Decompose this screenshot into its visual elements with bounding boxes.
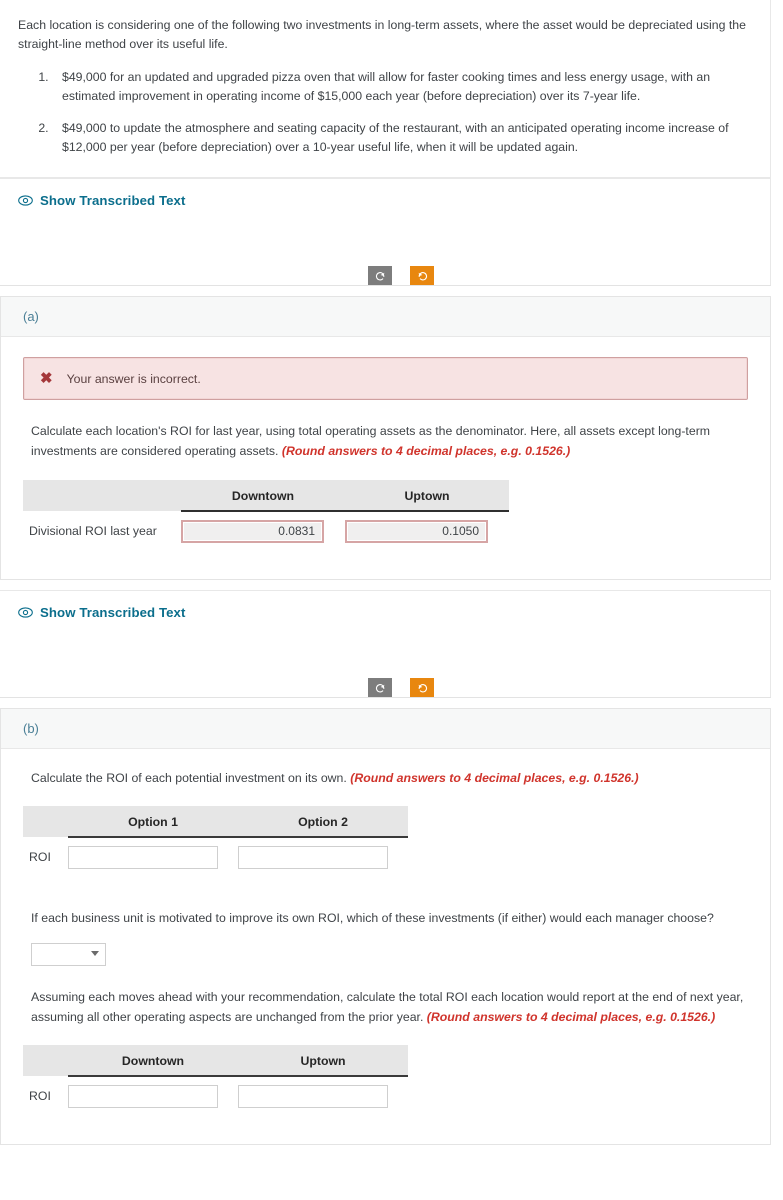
total-roi-downtown-input[interactable] (68, 1085, 218, 1109)
row-label-roi: ROI (29, 850, 51, 865)
table-corner-cell (23, 806, 68, 838)
option-2-roi-input[interactable] (238, 846, 388, 870)
question-section-a: (a) ✖ Your answer is incorrect. Calculat… (0, 296, 771, 580)
table-row: ROI (23, 837, 408, 877)
redo-button[interactable] (410, 266, 434, 286)
status-badge-incorrect: ✖ Your answer is incorrect. (23, 357, 748, 401)
alert-message: Your answer is incorrect. (66, 371, 201, 386)
show-transcribed-text-link-2[interactable]: Show Transcribed Text (18, 605, 186, 620)
intro-block: Each location is considering one of the … (0, 0, 771, 179)
section-b-prompt-1: Calculate the ROI of each potential inve… (31, 769, 748, 789)
eye-icon (18, 195, 33, 206)
table-row: ROI (23, 1076, 408, 1116)
divisional-roi-downtown-input[interactable] (181, 519, 324, 543)
question-section-b: (b) Calculate the ROI of each potential … (0, 707, 771, 1146)
cell-option-1-roi (68, 837, 238, 877)
section-b-prompt-3: Assuming each moves ahead with your reco… (31, 988, 748, 1027)
row-label-roi: ROI (29, 1089, 51, 1104)
section-b-prompt-2: If each business unit is motivated to im… (31, 911, 714, 926)
section-divider (0, 285, 771, 287)
list-item: $49,000 for an updated and upgraded pizz… (52, 68, 752, 106)
redo-arrow-icon (417, 682, 428, 693)
table-row: Divisional ROI last year (23, 511, 509, 551)
list-item: $49,000 to update the atmosphere and sea… (52, 119, 752, 157)
column-header-downtown: Downtown (181, 479, 345, 512)
column-header-option-2: Option 2 (238, 806, 408, 839)
show-transcribed-text-label: Show Transcribed Text (40, 604, 186, 620)
divisional-roi-uptown-input[interactable] (345, 519, 488, 543)
total-roi-uptown-input[interactable] (238, 1085, 388, 1109)
section-a-rounding-note: (Round answers to 4 decimal places, e.g.… (281, 443, 571, 458)
divisional-roi-table: Downtown Uptown Divisional ROI last year (23, 479, 509, 551)
investment-options-list: $49,000 for an updated and upgraded pizz… (18, 68, 752, 157)
redo-button-2[interactable] (410, 677, 434, 697)
section-a-label: (a) (1, 297, 770, 338)
option-1-roi-input[interactable] (68, 846, 218, 870)
total-roi-table: Downtown Uptown ROI (23, 1045, 408, 1116)
manager-choice-dropdown[interactable] (31, 942, 106, 966)
intro-paragraph: Each location is considering one of the … (18, 18, 746, 52)
column-header-uptown: Uptown (238, 1045, 408, 1078)
section-b-prompt-1-main: Calculate the ROI of each potential inve… (31, 770, 347, 785)
column-header-downtown: Downtown (68, 1045, 238, 1078)
table-header-row: Downtown Uptown (23, 479, 509, 512)
section-divider-2 (0, 696, 771, 698)
transcribed-text-bar: Show Transcribed Text (0, 178, 771, 212)
table-corner-cell (23, 1045, 68, 1077)
cell-uptown-roi (345, 511, 509, 551)
x-mark-icon: ✖ (40, 370, 53, 388)
cell-option-2-roi (238, 837, 408, 877)
undo-button[interactable] (368, 266, 392, 286)
column-header-option-1: Option 1 (68, 806, 238, 839)
table-corner-cell (23, 479, 181, 511)
table-header-row: Downtown Uptown (23, 1045, 408, 1078)
redo-arrow-icon (417, 270, 428, 281)
section-b-rounding-note-1: (Round answers to 4 decimal places, e.g.… (350, 770, 639, 785)
tool-button-row (0, 211, 771, 286)
section-b-rounding-note-3: (Round answers to 4 decimal places, e.g.… (426, 1009, 716, 1024)
show-transcribed-text-label: Show Transcribed Text (40, 193, 186, 209)
table-header-row: Option 1 Option 2 (23, 806, 408, 839)
undo-button-2[interactable] (368, 677, 392, 697)
undo-arrow-icon (375, 270, 386, 281)
cell-downtown-total-roi (68, 1076, 238, 1116)
option-roi-table: Option 1 Option 2 ROI (23, 806, 408, 877)
tool-button-row-2 (0, 622, 771, 697)
cell-downtown-roi (181, 511, 345, 551)
question-page: Each location is considering one of the … (0, 0, 783, 1146)
row-label-divisional-roi: Divisional ROI last year (29, 523, 157, 538)
cell-uptown-total-roi (238, 1076, 408, 1116)
eye-icon (18, 606, 33, 618)
column-header-uptown: Uptown (345, 479, 509, 512)
section-b-label: (b) (1, 708, 770, 749)
transcribed-text-bar-2: Show Transcribed Text (0, 589, 771, 623)
section-a-prompt: Calculate each location's ROI for last y… (31, 422, 748, 461)
manager-choice-dropdown-wrap (31, 942, 106, 966)
show-transcribed-text-link[interactable]: Show Transcribed Text (18, 193, 186, 208)
undo-arrow-icon (375, 682, 386, 693)
